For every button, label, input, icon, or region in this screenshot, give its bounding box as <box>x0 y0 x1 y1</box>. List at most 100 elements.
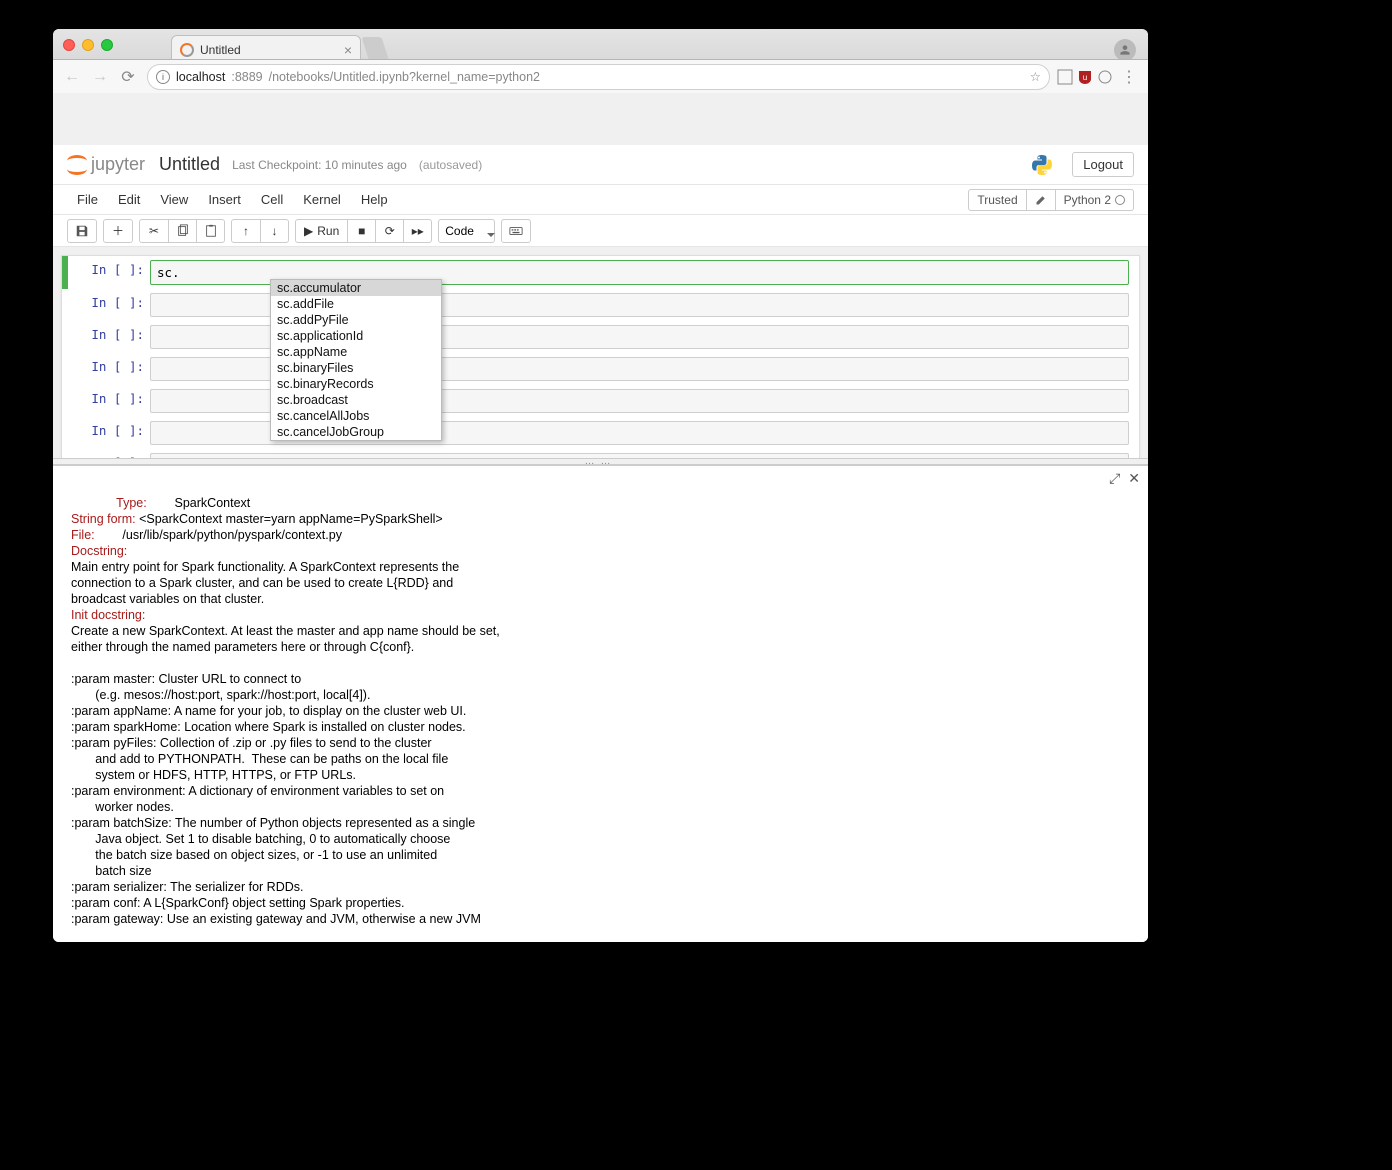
code-cell[interactable]: In [ ]: sc. <box>62 256 1139 289</box>
completion-item[interactable]: sc.binaryRecords <box>271 376 441 392</box>
menu-kernel[interactable]: Kernel <box>293 185 351 214</box>
python-logo-icon <box>1030 153 1054 177</box>
completion-item[interactable]: sc.broadcast <box>271 392 441 408</box>
run-button[interactable]: ▶Run <box>296 220 347 242</box>
completion-item[interactable]: sc.appName <box>271 344 441 360</box>
checkpoint-text: Last Checkpoint: 10 minutes ago <box>232 158 407 172</box>
menu-edit[interactable]: Edit <box>108 185 150 214</box>
clipboard-icon <box>204 224 218 238</box>
menu-insert[interactable]: Insert <box>198 185 251 214</box>
notebook-title[interactable]: Untitled <box>159 154 220 175</box>
browser-menu-button[interactable]: ⋮ <box>1116 64 1142 90</box>
code-cell[interactable]: In [ ]: <box>62 449 1139 458</box>
insert-cell-button[interactable]: ＋ <box>104 220 132 242</box>
kernel-status-icon <box>1115 195 1125 205</box>
bookmark-star-icon[interactable]: ☆ <box>1030 69 1041 84</box>
jupyter-app: jupyter Untitled Last Checkpoint: 10 min… <box>53 145 1148 942</box>
notebook-area[interactable]: In [ ]: sc. In [ ]: In [ ]: In [ ]: In [… <box>53 247 1148 458</box>
close-window-button[interactable] <box>63 39 75 51</box>
cell-type-select[interactable]: Code <box>438 219 495 243</box>
save-button[interactable] <box>68 220 96 242</box>
restart-button[interactable]: ⟳ <box>375 220 403 242</box>
cell-prompt: In [ ]: <box>66 323 150 342</box>
jupyter-menubar: File Edit View Insert Cell Kernel Help T… <box>53 185 1148 215</box>
edit-mode-button[interactable] <box>1026 190 1055 210</box>
command-palette-button[interactable] <box>502 220 530 242</box>
pager-close-icon[interactable]: ✕ <box>1128 470 1140 487</box>
menu-help[interactable]: Help <box>351 185 398 214</box>
floppy-icon <box>75 224 89 238</box>
pencil-icon <box>1035 194 1047 206</box>
pager-type-key: Type: <box>116 496 147 510</box>
kernel-indicator-group: Trusted Python 2 <box>968 189 1134 211</box>
cell-prompt: In [ ]: <box>66 419 150 438</box>
jupyter-favicon-icon <box>180 43 194 57</box>
code-cell[interactable]: In [ ]: <box>62 289 1139 321</box>
minimize-window-button[interactable] <box>82 39 94 51</box>
close-tab-icon[interactable]: × <box>344 42 352 58</box>
back-button[interactable]: ← <box>59 64 85 90</box>
completion-popup[interactable]: sc.accumulator sc.addFile sc.addPyFile s… <box>270 279 442 441</box>
cell-prompt: In [ ]: <box>66 451 150 458</box>
move-down-button[interactable]: ↓ <box>260 220 288 242</box>
tab-title: Untitled <box>200 43 241 57</box>
completion-item[interactable]: sc.cancelAllJobs <box>271 408 441 424</box>
jupyter-brand: jupyter <box>91 154 145 175</box>
pager-docstring-key: Docstring: <box>71 544 127 558</box>
cell-prompt: In [ ]: <box>66 355 150 374</box>
completion-item[interactable]: sc.addFile <box>271 296 441 312</box>
keyboard-icon <box>509 224 523 238</box>
reload-button[interactable]: ⟳ <box>115 64 141 90</box>
completion-item[interactable]: sc.addPyFile <box>271 312 441 328</box>
copy-button[interactable] <box>168 220 196 242</box>
completion-item[interactable]: sc.accumulator <box>271 280 441 296</box>
url-port: :8889 <box>231 70 262 84</box>
url-host: localhost <box>176 70 225 84</box>
help-pager[interactable]: ⤢ ✕ Type: SparkContext String form: <Spa… <box>53 465 1148 942</box>
kernel-name[interactable]: Python 2 <box>1055 190 1133 210</box>
cut-button[interactable]: ✂ <box>140 220 168 242</box>
jupyter-logo[interactable]: jupyter <box>67 154 145 175</box>
jupyter-logo-icon <box>67 155 87 175</box>
restart-run-all-button[interactable]: ▸▸ <box>403 220 431 242</box>
browser-titlebar: Untitled × ← → ⟳ i localhost:8889/notebo… <box>53 29 1148 81</box>
paste-button[interactable] <box>196 220 224 242</box>
window-controls <box>63 39 113 51</box>
pager-file-key: File: <box>71 528 95 542</box>
person-icon <box>1118 43 1132 57</box>
code-cell[interactable]: In [ ]: <box>62 353 1139 385</box>
autosave-text: (autosaved) <box>419 158 482 172</box>
move-up-button[interactable]: ↑ <box>232 220 260 242</box>
profile-avatar-button[interactable] <box>1114 39 1136 61</box>
completion-item[interactable]: sc.cancelJobGroup <box>271 424 441 440</box>
browser-window: Untitled × ← → ⟳ i localhost :8889/notebo… <box>53 29 1148 942</box>
menu-file[interactable]: File <box>67 185 108 214</box>
completion-item[interactable]: sc.applicationId <box>271 328 441 344</box>
extension-icon-3[interactable] <box>1096 68 1114 86</box>
url-path: /notebooks/Untitled.ipynb?kernel_name=py… <box>269 70 540 84</box>
maximize-window-button[interactable] <box>101 39 113 51</box>
interrupt-button[interactable]: ■ <box>347 220 375 242</box>
forward-button[interactable]: → <box>87 64 113 90</box>
trusted-indicator[interactable]: Trusted <box>969 190 1025 210</box>
extension-ublock-icon[interactable]: u <box>1076 68 1094 86</box>
menu-cell[interactable]: Cell <box>251 185 293 214</box>
new-tab-button[interactable] <box>361 37 388 59</box>
cell-prompt: In [ ]: <box>66 387 150 406</box>
pager-init-key: Init docstring: <box>71 608 145 622</box>
menu-view[interactable]: View <box>150 185 198 214</box>
code-cell[interactable]: In [ ]: <box>62 321 1139 353</box>
completion-item[interactable]: sc.binaryFiles <box>271 360 441 376</box>
pager-init-body: Create a new SparkContext. At least the … <box>71 624 500 926</box>
pager-expand-icon[interactable]: ⤢ <box>1109 470 1120 487</box>
code-input[interactable] <box>150 453 1129 458</box>
extension-icon-1[interactable] <box>1056 68 1074 86</box>
address-bar[interactable]: i localhost :8889/notebooks/Untitled.ipyn… <box>147 64 1050 90</box>
code-cell[interactable]: In [ ]: <box>62 417 1139 449</box>
logout-button[interactable]: Logout <box>1072 152 1134 177</box>
jupyter-header: jupyter Untitled Last Checkpoint: 10 min… <box>53 145 1148 185</box>
cell-prompt: In [ ]: <box>66 291 150 310</box>
site-info-icon[interactable]: i <box>156 70 170 84</box>
pager-splitter[interactable]: …… <box>53 458 1148 465</box>
code-cell[interactable]: In [ ]: <box>62 385 1139 417</box>
